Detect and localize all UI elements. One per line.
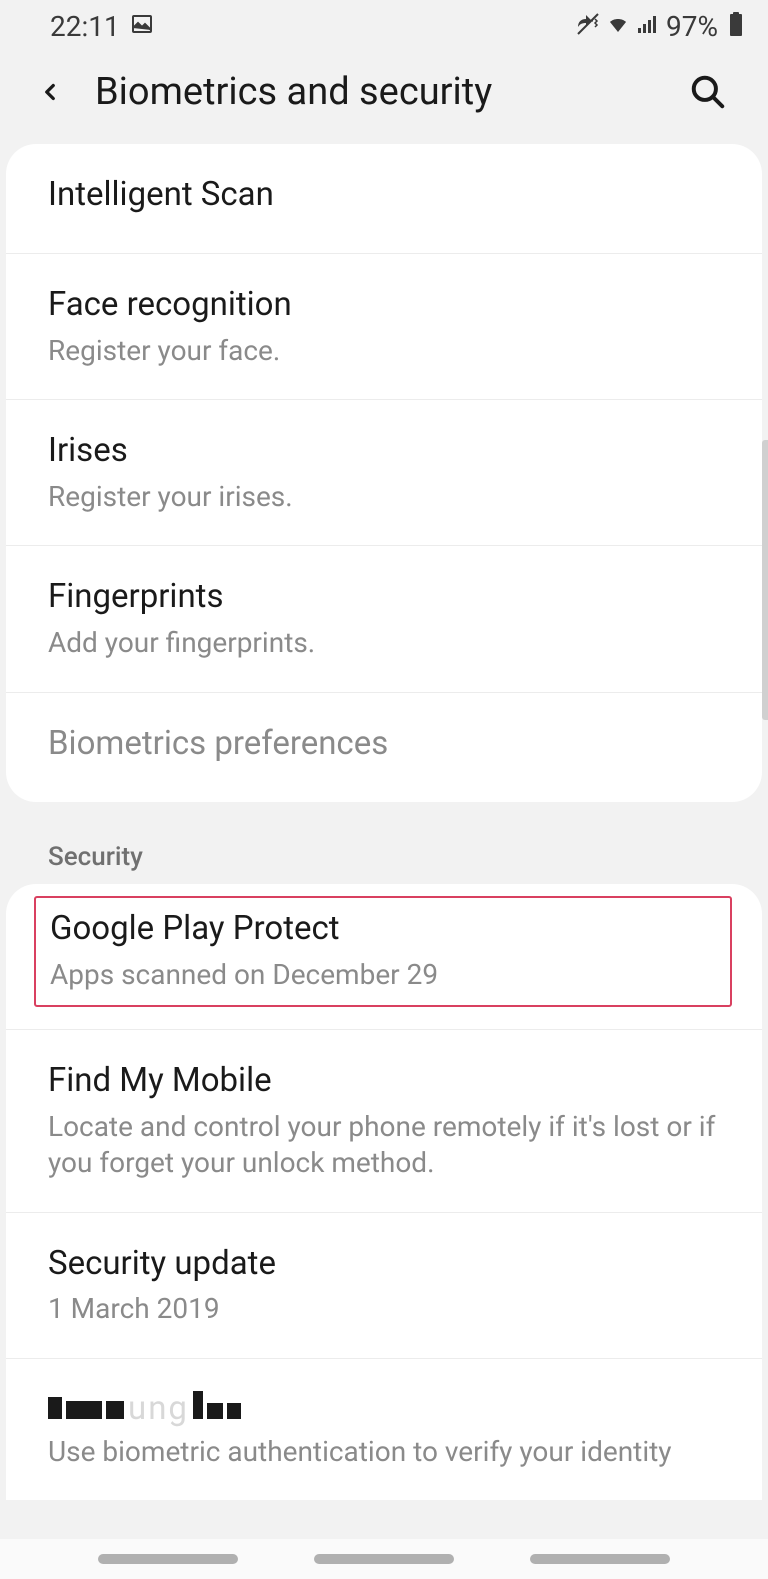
security-card: Google Play Protect Apps scanned on Dece…: [6, 884, 762, 1501]
item-title: Face recognition: [48, 284, 720, 327]
item-subtitle: Register your irises.: [48, 479, 720, 515]
section-header-security: Security: [6, 812, 762, 884]
item-title: Find My Mobile: [48, 1060, 720, 1103]
status-time: 22:11: [50, 10, 120, 43]
item-fingerprints[interactable]: Fingerprints Add your fingerprints.: [6, 546, 762, 692]
item-title-redacted: ung: [48, 1389, 720, 1428]
item-title: Security update: [48, 1243, 720, 1286]
item-subtitle: Add your fingerprints.: [48, 625, 720, 661]
item-biometrics-preferences[interactable]: Biometrics preferences: [6, 693, 762, 802]
signal-icon: [636, 10, 660, 43]
item-samsung-pass[interactable]: ung Use biometric authentication to veri…: [6, 1359, 762, 1500]
item-security-update[interactable]: Security update 1 March 2019: [6, 1213, 762, 1359]
item-subtitle: Use biometric authentication to verify y…: [48, 1434, 720, 1470]
item-find-my-mobile[interactable]: Find My Mobile Locate and control your p…: [6, 1030, 762, 1213]
vibrate-icon: [576, 10, 600, 43]
item-subtitle: Locate and control your phone remotely i…: [48, 1109, 720, 1182]
battery-icon: [724, 10, 748, 43]
nav-back[interactable]: [530, 1554, 670, 1564]
scroll-indicator[interactable]: [762, 440, 768, 720]
nav-recents[interactable]: [98, 1554, 238, 1564]
nav-home[interactable]: [314, 1554, 454, 1564]
search-button[interactable]: [686, 70, 730, 114]
page-title: Biometrics and security: [95, 70, 661, 114]
app-bar: Biometrics and security: [0, 50, 768, 144]
status-right: 97%: [576, 10, 748, 43]
item-subtitle: Register your face.: [48, 333, 720, 369]
item-subtitle: 1 March 2019: [48, 1291, 720, 1327]
item-title: Google Play Protect: [50, 908, 718, 951]
picture-icon: [130, 10, 154, 43]
item-google-play-protect[interactable]: Google Play Protect Apps scanned on Dece…: [34, 896, 732, 1007]
item-title: Irises: [48, 430, 720, 473]
item-title: Biometrics preferences: [48, 723, 720, 766]
item-subtitle: Apps scanned on December 29: [50, 957, 718, 993]
content: Intelligent Scan Face recognition Regist…: [0, 144, 768, 1500]
item-title: Fingerprints: [48, 576, 720, 619]
biometrics-card: Intelligent Scan Face recognition Regist…: [6, 144, 762, 802]
back-button[interactable]: [30, 72, 70, 112]
item-intelligent-scan[interactable]: Intelligent Scan: [6, 144, 762, 254]
wifi-icon: [606, 10, 630, 43]
status-left: 22:11: [50, 10, 154, 43]
item-title: Intelligent Scan: [48, 174, 720, 217]
navigation-bar: [0, 1539, 768, 1579]
battery-percent: 97%: [666, 10, 718, 43]
status-bar: 22:11: [0, 0, 768, 50]
item-irises[interactable]: Irises Register your irises.: [6, 400, 762, 546]
item-face-recognition[interactable]: Face recognition Register your face.: [6, 254, 762, 400]
